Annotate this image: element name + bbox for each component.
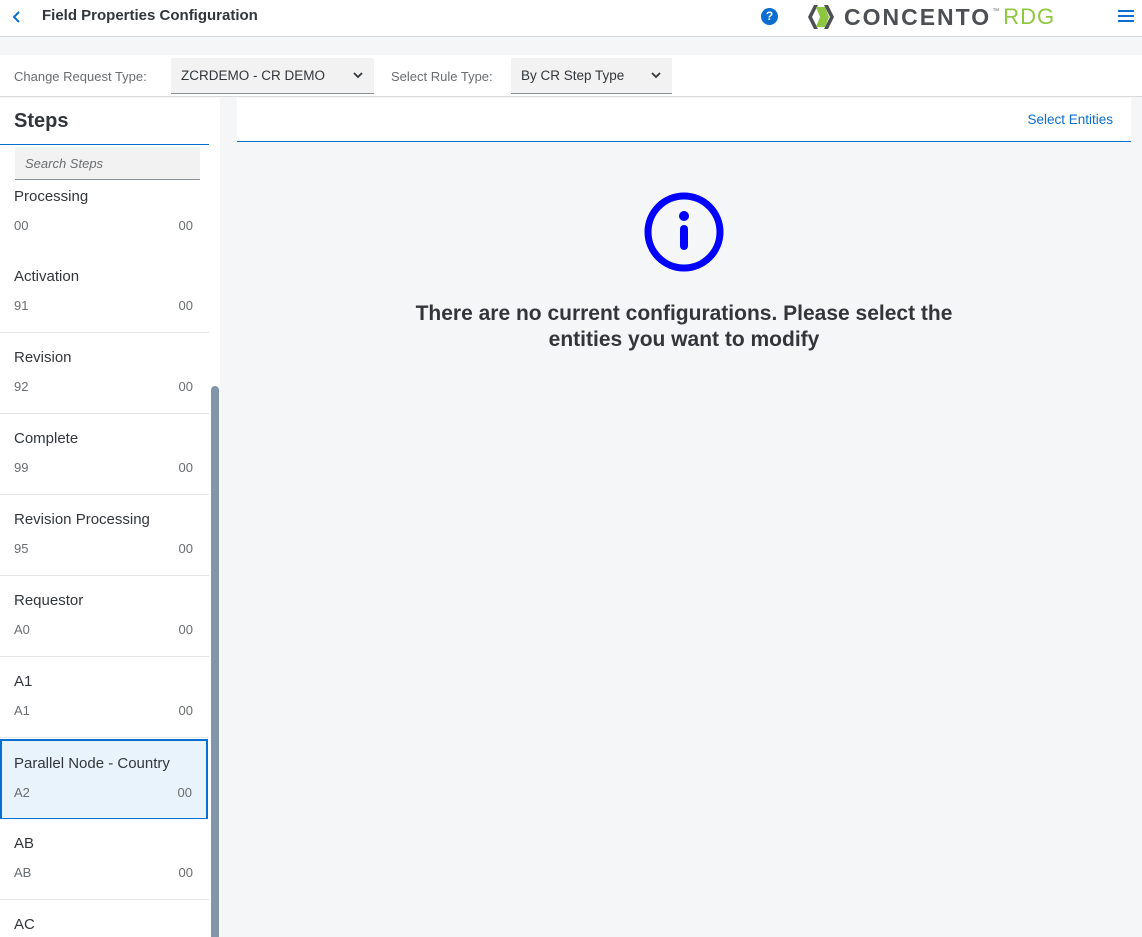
steps-title-underline	[0, 144, 209, 145]
step-code: 99	[14, 460, 29, 475]
steps-panel: Processing 00 00 Activation 91 00 Revisi…	[0, 98, 220, 937]
list-item[interactable]: Activation 91 00	[0, 252, 209, 333]
step-code: 92	[14, 379, 29, 394]
steps-scrollbar[interactable]	[211, 386, 219, 937]
back-button[interactable]	[8, 6, 26, 28]
detail-toolbar: Select Entities	[237, 98, 1131, 142]
page-title: Field Properties Configuration	[42, 7, 258, 24]
filter-bar: Change Request Type: ZCRDEMO - CR DEMO S…	[0, 55, 1142, 97]
step-value: 00	[178, 865, 193, 880]
chevron-down-icon	[651, 72, 661, 79]
rule-type-select[interactable]: By CR Step Type	[511, 58, 672, 94]
change-request-type-select[interactable]: ZCRDEMO - CR DEMO	[171, 58, 374, 94]
empty-state-line-2: entities you want to modify	[548, 328, 820, 351]
step-name: A1	[14, 673, 33, 690]
rule-type-value: By CR Step Type	[521, 68, 625, 83]
step-name: Parallel Node - Country	[14, 755, 170, 772]
menu-button[interactable]	[1117, 7, 1135, 25]
rule-type-label: Select Rule Type:	[391, 69, 493, 84]
step-name: Requestor	[14, 592, 84, 609]
step-value: 00	[178, 703, 193, 718]
list-item[interactable]: Revision 92 00	[0, 333, 209, 414]
list-item[interactable]: AB AB 00	[0, 819, 209, 900]
step-name: AB	[14, 835, 35, 852]
list-item-selected[interactable]: Parallel Node - Country A2 00	[0, 739, 208, 820]
steps-title: Steps	[14, 110, 69, 132]
step-value: 00	[178, 622, 193, 637]
step-name: Revision	[14, 349, 72, 366]
list-item[interactable]: Revision Processing 95 00	[0, 495, 209, 576]
list-item[interactable]: AC	[0, 900, 209, 937]
step-code: AB	[14, 865, 32, 880]
step-code: A1	[14, 703, 30, 718]
search-steps-input[interactable]	[15, 147, 200, 179]
step-value: 00	[177, 785, 192, 800]
help-icon[interactable]: ?	[761, 8, 778, 25]
search-steps-field[interactable]	[15, 147, 200, 180]
shell-header: Field Properties Configuration ? CONCENT…	[0, 0, 1142, 37]
step-name: Revision Processing	[14, 511, 150, 528]
select-entities-button[interactable]: Select Entities	[1027, 112, 1113, 127]
step-code: A0	[14, 622, 30, 637]
logo-trademark: ™	[992, 8, 1000, 15]
step-value: 00	[178, 379, 193, 394]
change-request-type-value: ZCRDEMO - CR DEMO	[181, 68, 325, 83]
step-code: 91	[14, 298, 29, 313]
step-name: Processing	[14, 188, 89, 205]
chevron-down-icon	[353, 72, 363, 79]
step-name: AC	[14, 916, 35, 933]
list-item[interactable]: Complete 99 00	[0, 414, 209, 495]
step-name: Complete	[14, 430, 79, 447]
step-value: 00	[178, 298, 193, 313]
step-value: 00	[178, 460, 193, 475]
list-item[interactable]: Requestor A0 00	[0, 576, 209, 657]
step-value: 00	[178, 218, 193, 233]
step-code: 00	[14, 218, 29, 233]
steps-header: Steps	[0, 98, 220, 182]
step-value: 00	[178, 541, 193, 556]
logo-mark-icon	[808, 5, 834, 29]
info-icon	[644, 192, 724, 272]
logo-suffix: RDG	[1003, 4, 1056, 29]
hamburger-menu-icon	[1118, 10, 1134, 22]
empty-state-line-1: There are no current configurations. Ple…	[415, 302, 953, 325]
logo-text: CONCENTO	[844, 3, 992, 30]
list-item[interactable]: A1 A1 00	[0, 657, 209, 738]
step-code: 95	[14, 541, 29, 556]
step-name: Activation	[14, 268, 80, 285]
chevron-left-icon	[12, 11, 20, 23]
change-request-type-label: Change Request Type:	[14, 69, 147, 84]
list-item[interactable]: Processing 00 00	[0, 182, 209, 263]
empty-state-message: There are no current configurations. Ple…	[384, 301, 984, 353]
step-code: A2	[14, 785, 30, 800]
company-logo: CONCENTO ™ RDG	[804, 4, 1055, 30]
